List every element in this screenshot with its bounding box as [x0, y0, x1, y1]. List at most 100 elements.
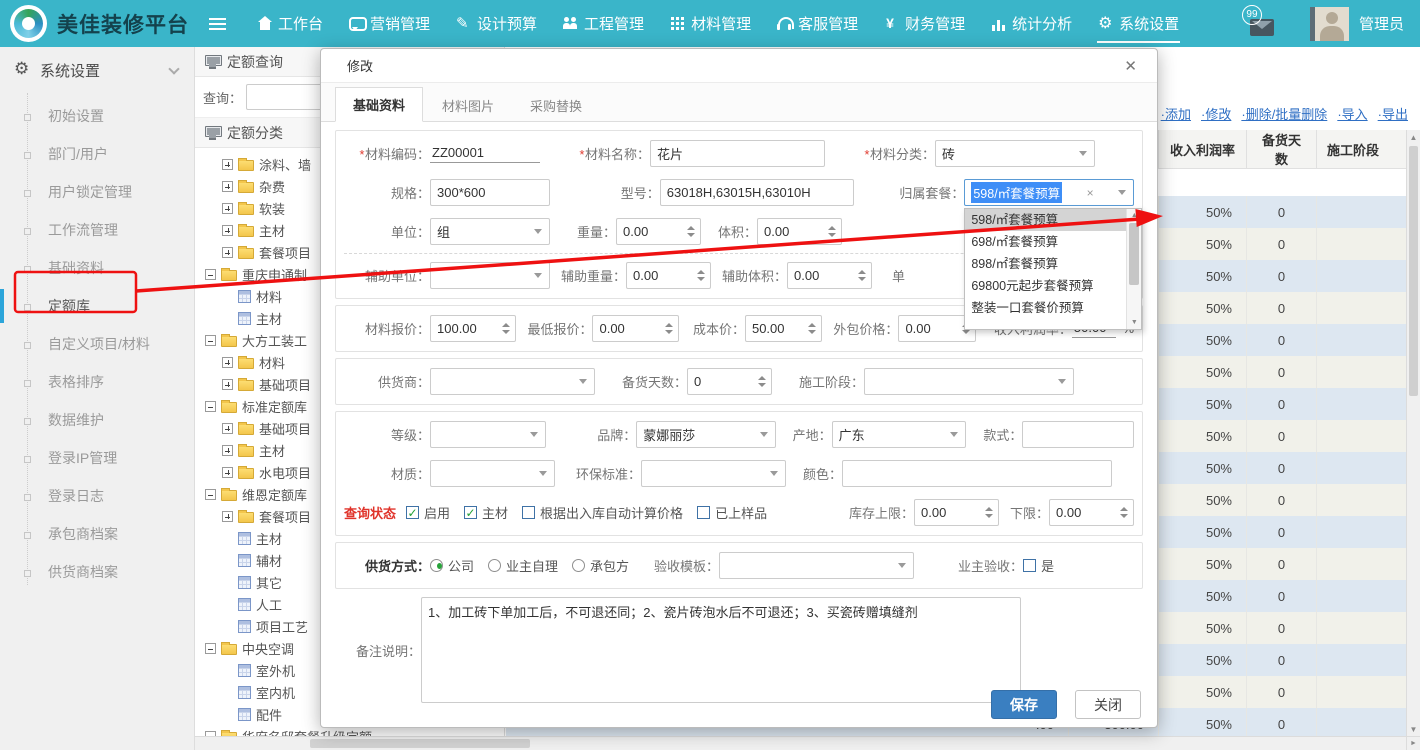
grade-select[interactable]: [430, 421, 546, 448]
collapse-icon[interactable]: [205, 269, 216, 280]
expand-icon[interactable]: [222, 379, 233, 390]
stock-upper-stepper[interactable]: 0.00: [914, 499, 999, 526]
sidebar-item-初始设置[interactable]: 初始设置: [0, 97, 194, 135]
collapse-icon[interactable]: [205, 643, 216, 654]
nav-item-工程管理[interactable]: 工程管理: [550, 0, 657, 47]
package-combobox[interactable]: 598/㎡套餐预算 × 598/㎡套餐预算698/㎡套餐预算898/㎡套餐预算6…: [964, 179, 1134, 206]
expand-icon[interactable]: [222, 181, 233, 192]
dropdown-option[interactable]: 898/㎡套餐预算: [965, 253, 1127, 275]
toolbar-link-删除/批量删除[interactable]: ·删除/批量删除: [1241, 107, 1327, 122]
toolbar-link-修改[interactable]: ·修改: [1201, 107, 1231, 122]
owner-accept-checkbox[interactable]: [1023, 559, 1036, 572]
scroll-up-icon[interactable]: ▲: [1407, 130, 1420, 144]
nav-item-营销管理[interactable]: 营销管理: [336, 0, 443, 47]
scrollbar-thumb[interactable]: [310, 739, 530, 748]
stepper-arrows-icon[interactable]: [682, 226, 700, 237]
material-code-value[interactable]: ZZ00001: [430, 145, 540, 163]
quote-stepper[interactable]: 100.00: [430, 315, 516, 342]
column-header-收入利润率[interactable]: 收入利润率: [1159, 130, 1247, 169]
scrollbar-thumb[interactable]: [1409, 146, 1418, 396]
horizontal-scrollbar[interactable]: [195, 736, 1406, 750]
sidebar-item-登录日志[interactable]: 登录日志: [0, 477, 194, 515]
sidebar-item-部门/用户[interactable]: 部门/用户: [0, 135, 194, 173]
collapse-icon[interactable]: [205, 489, 216, 500]
brand-select[interactable]: 蒙娜丽莎: [636, 421, 775, 448]
cost-stepper[interactable]: 50.00: [745, 315, 822, 342]
toolbar-link-导入[interactable]: ·导入: [1337, 107, 1367, 122]
expand-icon[interactable]: [222, 203, 233, 214]
sidebar-item-自定义项目/材料[interactable]: 自定义项目/材料: [0, 325, 194, 363]
checkbox-根据出入库自动计算价格[interactable]: [522, 506, 535, 519]
stock-lower-stepper[interactable]: 0.00: [1049, 499, 1134, 526]
material-texture-select[interactable]: [430, 460, 555, 487]
expand-icon[interactable]: [222, 225, 233, 236]
nav-item-材料管理[interactable]: 材料管理: [657, 0, 764, 47]
stock-days-stepper[interactable]: 0: [687, 368, 772, 395]
radio-承包方[interactable]: [572, 559, 585, 572]
stepper-arrows-icon[interactable]: [753, 376, 771, 387]
nav-item-系统设置[interactable]: 系统设置: [1085, 0, 1192, 47]
stepper-arrows-icon[interactable]: [853, 270, 871, 281]
accept-template-select[interactable]: [719, 552, 914, 579]
dropdown-option[interactable]: 整装一口套餐价预算: [965, 297, 1127, 319]
tab-基础资料[interactable]: 基础资料: [335, 87, 423, 122]
nav-item-统计分析[interactable]: 统计分析: [978, 0, 1085, 47]
sidebar-item-基础资料[interactable]: 基础资料: [0, 249, 194, 287]
table-vertical-scrollbar[interactable]: ▲ ▼: [1406, 130, 1420, 736]
tab-采购替换[interactable]: 采购替换: [513, 89, 599, 122]
dropdown-scrollbar[interactable]: ▲ ▼: [1126, 209, 1141, 329]
dropdown-option[interactable]: 698/㎡套餐预算: [965, 231, 1127, 253]
sidebar-item-承包商档案[interactable]: 承包商档案: [0, 515, 194, 553]
min-quote-stepper[interactable]: 0.00: [592, 315, 678, 342]
checkbox-启用[interactable]: [406, 506, 419, 519]
toolbar-link-添加[interactable]: ·添加: [1161, 107, 1191, 122]
clear-icon[interactable]: ×: [1083, 186, 1098, 200]
expand-icon[interactable]: [222, 511, 233, 522]
scroll-down-icon[interactable]: ▼: [1127, 316, 1141, 329]
collapse-icon[interactable]: [205, 335, 216, 346]
supplier-select[interactable]: [430, 368, 595, 395]
origin-select[interactable]: 广东: [832, 421, 967, 448]
column-header-备货天数[interactable]: 备货天数: [1247, 130, 1317, 169]
expand-icon[interactable]: [222, 423, 233, 434]
env-standard-select[interactable]: [641, 460, 786, 487]
sidebar-item-表格排序[interactable]: 表格排序: [0, 363, 194, 401]
stepper-arrows-icon[interactable]: [980, 507, 998, 518]
radio-公司[interactable]: [430, 559, 443, 572]
color-input[interactable]: [842, 460, 1112, 487]
close-icon[interactable]: ✕: [1124, 57, 1137, 75]
stepper-arrows-icon[interactable]: [660, 323, 678, 334]
sidebar-item-工作流管理[interactable]: 工作流管理: [0, 211, 194, 249]
model-input[interactable]: 63018H,63015H,63010H: [660, 179, 855, 206]
dropdown-option[interactable]: 69800元起步套餐预算: [965, 275, 1127, 297]
sidebar-header[interactable]: 系统设置: [0, 47, 194, 93]
weight-stepper[interactable]: 0.00: [616, 218, 701, 245]
scroll-up-icon[interactable]: ▲: [1127, 209, 1141, 222]
expand-icon[interactable]: [222, 159, 233, 170]
stepper-arrows-icon[interactable]: [803, 323, 821, 334]
expand-icon[interactable]: [222, 357, 233, 368]
sidebar-item-供货商档案[interactable]: 供货商档案: [0, 553, 194, 591]
aux-weight-stepper[interactable]: 0.00: [626, 262, 711, 289]
material-category-select[interactable]: 砖: [935, 140, 1095, 167]
hamburger-menu-icon[interactable]: [209, 23, 226, 25]
remark-textarea[interactable]: [421, 597, 1021, 703]
notifications[interactable]: 99: [1242, 7, 1282, 41]
close-button[interactable]: 关闭: [1075, 690, 1141, 719]
sidebar-item-登录IP管理[interactable]: 登录IP管理: [0, 439, 194, 477]
dropdown-option[interactable]: 598/㎡套餐预算: [965, 209, 1127, 231]
aux-unit-select[interactable]: [430, 262, 550, 289]
tab-材料图片[interactable]: 材料图片: [425, 89, 511, 122]
checkbox-已上样品[interactable]: [697, 506, 710, 519]
aux-volume-stepper[interactable]: 0.00: [787, 262, 872, 289]
nav-item-工作台[interactable]: 工作台: [244, 0, 336, 47]
sidebar-item-用户锁定管理[interactable]: 用户锁定管理: [0, 173, 194, 211]
save-button[interactable]: 保存: [991, 690, 1057, 719]
checkbox-主材[interactable]: [464, 506, 477, 519]
expand-icon[interactable]: [222, 467, 233, 478]
scroll-right-icon[interactable]: ►: [1406, 736, 1420, 750]
sidebar-item-数据维护[interactable]: 数据维护: [0, 401, 194, 439]
nav-item-设计预算[interactable]: 设计预算: [443, 0, 550, 47]
column-header-施工阶段[interactable]: 施工阶段: [1317, 130, 1407, 169]
stepper-arrows-icon[interactable]: [823, 226, 841, 237]
